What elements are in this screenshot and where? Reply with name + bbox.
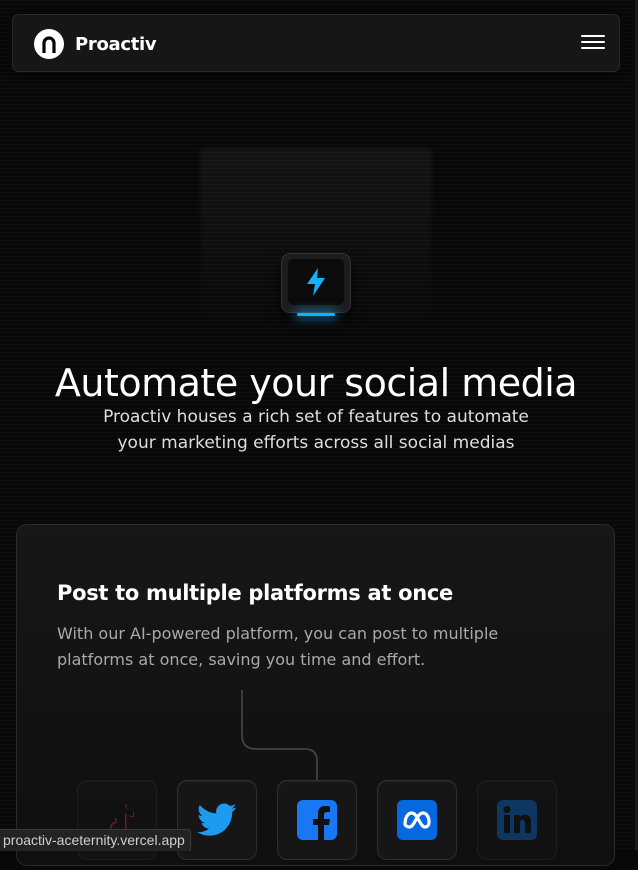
hamburger-menu-icon[interactable] [581,35,605,51]
hero-icon-card [281,253,351,313]
linkedin-icon [497,800,537,840]
hero-subtitle: Proactiv houses a rich set of features t… [103,407,529,453]
brand-logo[interactable]: Proactiv [34,29,157,59]
platform-tile-linkedin[interactable] [477,780,557,860]
arch-logo-icon [34,29,64,59]
feature-card-multiplatform: Post to multiple platforms at once With … [16,524,615,866]
twitter-icon [197,803,237,836]
lightning-bolt-icon [307,268,325,296]
navbar: Proactiv [12,14,620,72]
platform-tile-meta[interactable] [377,780,457,860]
facebook-icon [297,800,337,840]
meta-icon [397,800,437,840]
brand-name: Proactiv [75,33,157,55]
hero-title: Automate your social media [54,361,578,406]
link-status-bar: proactiv-aceternity.vercel.app [0,829,191,851]
platform-tile-facebook[interactable] [277,780,357,860]
hero-glow-line [297,313,335,316]
platform-list [77,780,557,870]
